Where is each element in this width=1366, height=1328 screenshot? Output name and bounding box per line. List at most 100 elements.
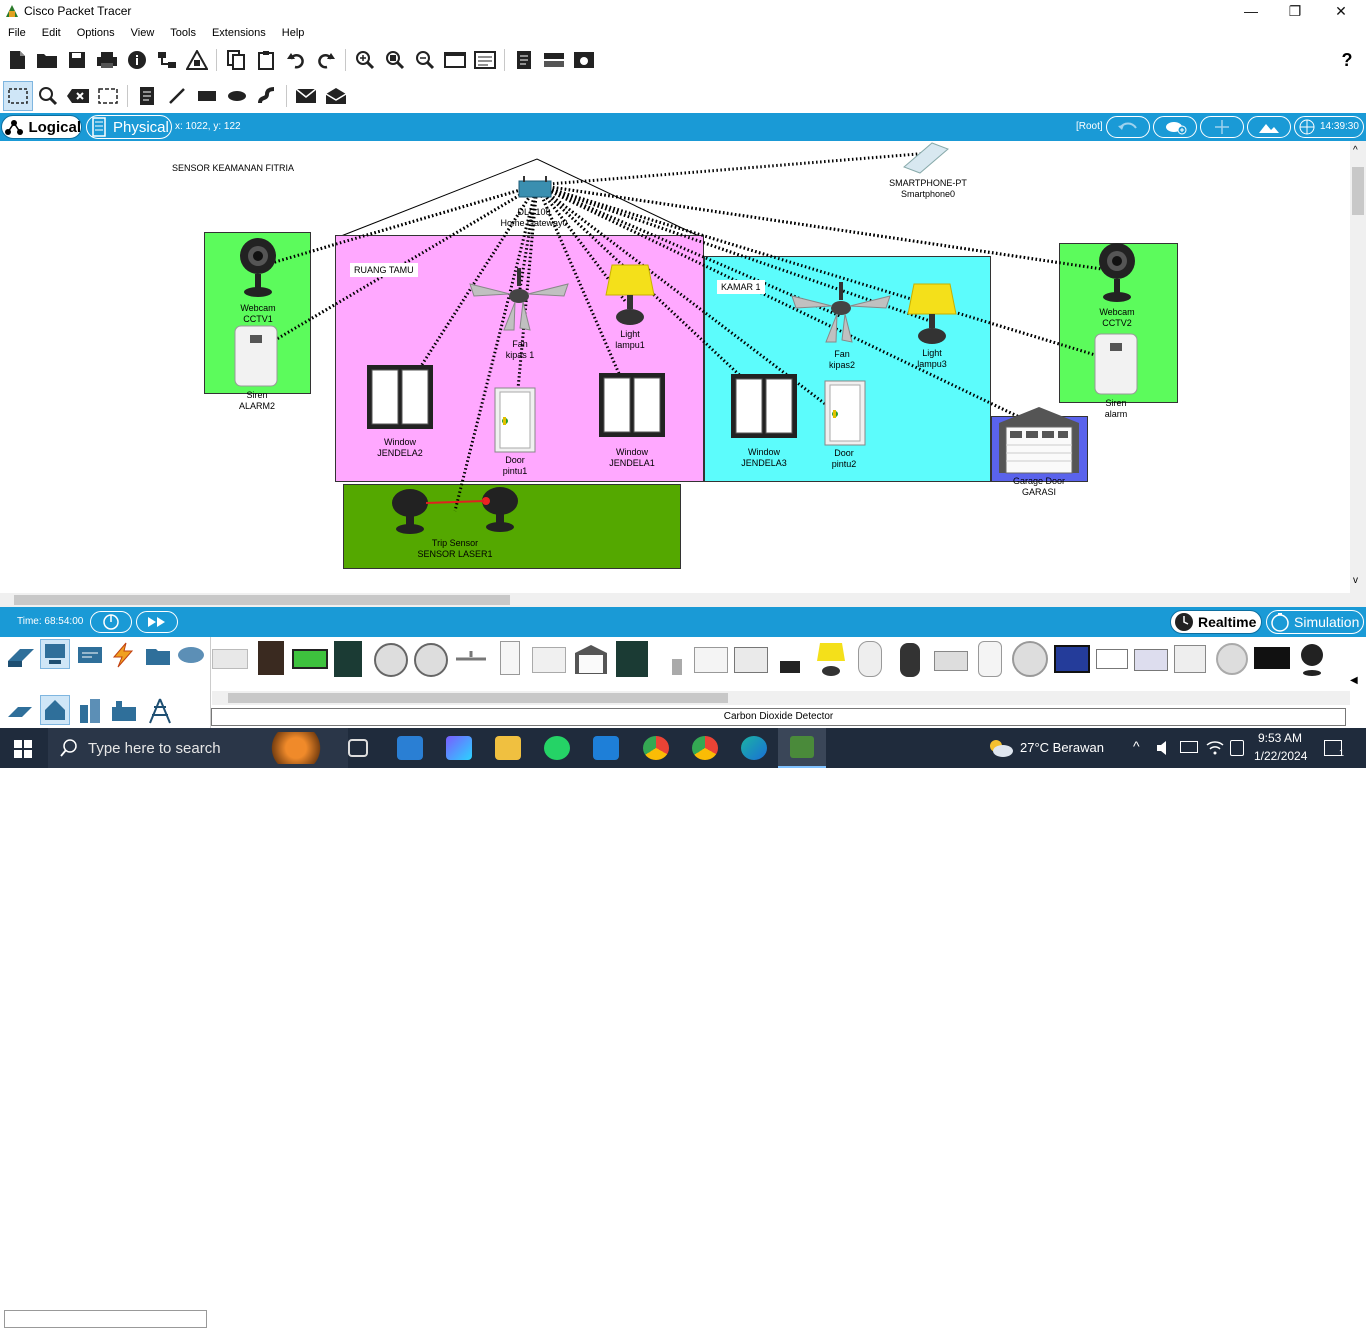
zoom-reset-icon[interactable]: [380, 45, 410, 75]
smartphone-device[interactable]: [900, 141, 952, 180]
window-jendela1-device[interactable]: [598, 372, 666, 443]
copilot-taskbar-icon[interactable]: [446, 736, 472, 760]
siren-alarm2-device[interactable]: [234, 325, 278, 392]
tray-overflow-chevron-icon[interactable]: ^: [1133, 738, 1140, 754]
category-misc-icon[interactable]: [144, 641, 172, 669]
subcategory-home-icon[interactable]: [40, 695, 70, 725]
power-cycle-button[interactable]: [90, 611, 132, 633]
menu-extensions[interactable]: Extensions: [204, 24, 274, 42]
coffee-maker-icon[interactable]: [258, 641, 284, 675]
canvas-vertical-scrollbar[interactable]: ^ v: [1350, 141, 1366, 593]
home-speaker-icon[interactable]: [616, 641, 648, 677]
taskbar-time[interactable]: 9:53 AM: [1258, 731, 1302, 745]
paste-icon[interactable]: [251, 45, 281, 75]
menu-options[interactable]: Options: [69, 24, 123, 42]
network-info-icon[interactable]: [152, 45, 182, 75]
scroll-down-arrow[interactable]: v: [1353, 575, 1358, 586]
windows-start-button[interactable]: [14, 740, 32, 758]
carbon-monoxide-detector-icon[interactable]: [414, 643, 448, 677]
siren-palette-icon[interactable]: [978, 641, 1002, 677]
device-search-input[interactable]: [4, 1310, 207, 1328]
palette-scroll-right-arrow[interactable]: ◀: [1350, 675, 1358, 686]
chrome-profile-taskbar-icon[interactable]: [692, 736, 718, 760]
garage-door-device[interactable]: [998, 405, 1080, 480]
file-explorer-taskbar-icon[interactable]: [495, 736, 521, 760]
physical-view-tab[interactable]: Physical: [86, 115, 172, 139]
open-folder-icon[interactable]: [32, 45, 62, 75]
window-palette-icon[interactable]: [1096, 649, 1128, 669]
zoom-out-icon[interactable]: [410, 45, 440, 75]
move-object-button[interactable]: [1200, 116, 1244, 138]
speaker-icon[interactable]: [334, 641, 362, 677]
window-jendela3-device[interactable]: [730, 373, 798, 444]
delete-tool-icon[interactable]: [63, 81, 93, 111]
menu-tools[interactable]: Tools: [162, 24, 204, 42]
whatsapp-taskbar-icon[interactable]: [544, 736, 570, 760]
air-conditioner-icon[interactable]: [212, 649, 248, 669]
light-palette-icon[interactable]: [816, 641, 846, 677]
set-background-button[interactable]: [1247, 116, 1291, 138]
menu-view[interactable]: View: [123, 24, 163, 42]
taskbar-date[interactable]: 1/22/2024: [1254, 749, 1307, 763]
restore-button[interactable]: ❐: [1272, 0, 1318, 22]
subcategory-power-grid-icon[interactable]: [146, 697, 174, 725]
copy-icon[interactable]: [221, 45, 251, 75]
scroll-thumb[interactable]: [228, 693, 728, 703]
draw-ellipse-icon[interactable]: [222, 81, 252, 111]
canvas-note[interactable]: SENSOR KEAMANAN FITRIA: [168, 161, 299, 175]
water-level-monitor-icon[interactable]: [1216, 643, 1248, 675]
close-button[interactable]: ✕: [1318, 0, 1364, 22]
battery-icon[interactable]: [292, 649, 328, 669]
light-lampu1-device[interactable]: [604, 263, 656, 334]
taskbar-search-box[interactable]: Type here to search: [48, 728, 348, 768]
canvas-horizontal-scrollbar[interactable]: [0, 593, 1366, 607]
save-icon[interactable]: [62, 45, 92, 75]
battery-tray-icon[interactable]: [1180, 741, 1198, 753]
packet-tracer-taskbar-button[interactable]: [778, 728, 826, 768]
device-tray-icon[interactable]: [1230, 740, 1244, 756]
info-icon[interactable]: [122, 45, 152, 75]
scroll-up-arrow[interactable]: ^: [1353, 145, 1358, 156]
home-gateway-device[interactable]: [517, 175, 553, 206]
webcam-cctv1-device[interactable]: [238, 236, 278, 305]
task-view-icon[interactable]: [348, 739, 368, 757]
subcategory-end-devices-icon[interactable]: [6, 697, 34, 725]
simulation-mode-button[interactable]: Simulation: [1266, 610, 1364, 634]
inspect-tool-icon[interactable]: [33, 81, 63, 111]
weather-text[interactable]: 27°C Berawan: [1020, 740, 1104, 755]
resize-tool-icon[interactable]: [93, 81, 123, 111]
radiator-icon[interactable]: [532, 647, 566, 673]
back-navigation-button[interactable]: [1106, 116, 1150, 138]
kamar-label[interactable]: KAMAR 1: [717, 280, 765, 294]
trip-sensor-device[interactable]: [388, 485, 524, 540]
door-pintu1-device[interactable]: [494, 387, 536, 458]
category-connections-icon[interactable]: [110, 641, 136, 669]
menu-help[interactable]: Help: [274, 24, 313, 42]
weather-icon[interactable]: [986, 738, 1014, 758]
undo-icon[interactable]: [281, 45, 311, 75]
realtime-mode-button[interactable]: Realtime: [1170, 610, 1262, 634]
wifi-icon[interactable]: [1206, 739, 1224, 755]
cluster-icon[interactable]: [539, 45, 569, 75]
redo-icon[interactable]: [311, 45, 341, 75]
image-viewer-icon[interactable]: [569, 45, 599, 75]
add-simple-pdu-icon[interactable]: [291, 81, 321, 111]
minimize-button[interactable]: —: [1228, 0, 1274, 22]
place-note-icon[interactable]: [132, 81, 162, 111]
draw-line-icon[interactable]: [162, 81, 192, 111]
window-jendela2-device[interactable]: [366, 364, 434, 435]
add-complex-pdu-icon[interactable]: [321, 81, 351, 111]
root-breadcrumb[interactable]: [Root]: [1076, 121, 1103, 132]
motion-detector-icon[interactable]: [858, 641, 882, 677]
subcategory-industrial-icon[interactable]: [110, 697, 138, 725]
wind-turbine-icon[interactable]: [1174, 645, 1206, 673]
ruang-tamu-label[interactable]: RUANG TAMU: [350, 263, 418, 277]
drawing-palette-icon[interactable]: [440, 45, 470, 75]
subcategory-smart-city-icon[interactable]: [76, 697, 104, 725]
lawn-sprinkler-icon[interactable]: [672, 659, 682, 675]
draw-freeform-icon[interactable]: [252, 81, 282, 111]
smoke-detector-icon[interactable]: [1012, 641, 1048, 677]
light-lampu3-device[interactable]: [906, 282, 958, 353]
siren-alarm-device[interactable]: [1094, 333, 1138, 400]
webcam-display-icon[interactable]: [1134, 649, 1168, 671]
